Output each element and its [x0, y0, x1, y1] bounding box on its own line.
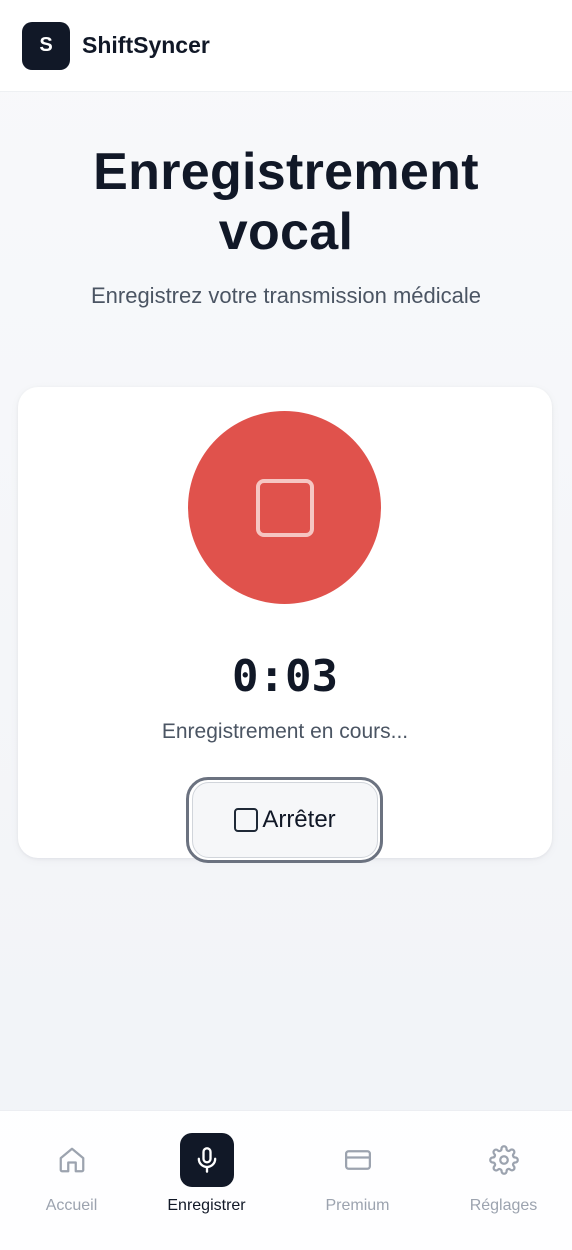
recording-timer: 0:03 — [232, 651, 338, 702]
stop-square-icon — [255, 478, 314, 537]
recording-status: Enregistrement en cours... — [161, 720, 409, 743]
app-name: ShiftSyncer — [82, 32, 210, 58]
credit-card-icon — [331, 1133, 385, 1187]
page-subtitle: Enregistrez votre transmission médicale — [90, 283, 482, 308]
stop-icon — [234, 808, 259, 832]
nav-item-premium[interactable]: Premium — [286, 1111, 429, 1250]
home-icon — [45, 1133, 99, 1187]
nav-item-enregistrer[interactable]: Enregistrer — [135, 1111, 278, 1250]
nav-label-premium: Premium — [325, 1197, 390, 1214]
gear-icon — [477, 1133, 531, 1187]
stop-button[interactable]: Arrêter — [192, 782, 378, 858]
app-logo[interactable]: S — [22, 21, 70, 70]
page-title-line1: Enregistrement — [93, 143, 479, 201]
microphone-icon — [179, 1133, 234, 1187]
bottom-navigation: Accueil Enregistrer Premium Réglages — [0, 1110, 572, 1250]
top-bar: S ShiftSyncer — [0, 0, 572, 92]
record-stop-button[interactable] — [188, 411, 381, 604]
nav-label-enregistrer: Enregistrer — [167, 1197, 246, 1214]
nav-label-reglages: Réglages — [469, 1197, 538, 1214]
nav-item-accueil[interactable]: Accueil — [0, 1111, 143, 1250]
page-title: Enregistrement vocal — [0, 142, 572, 262]
stop-button-label: Arrêter — [262, 806, 336, 833]
nav-item-reglages[interactable]: Réglages — [432, 1111, 572, 1250]
nav-label-accueil: Accueil — [45, 1197, 98, 1214]
recorder-card: 0:03 Enregistrement en cours... Arrêter — [18, 387, 552, 863]
page-title-line2: vocal — [218, 203, 354, 261]
